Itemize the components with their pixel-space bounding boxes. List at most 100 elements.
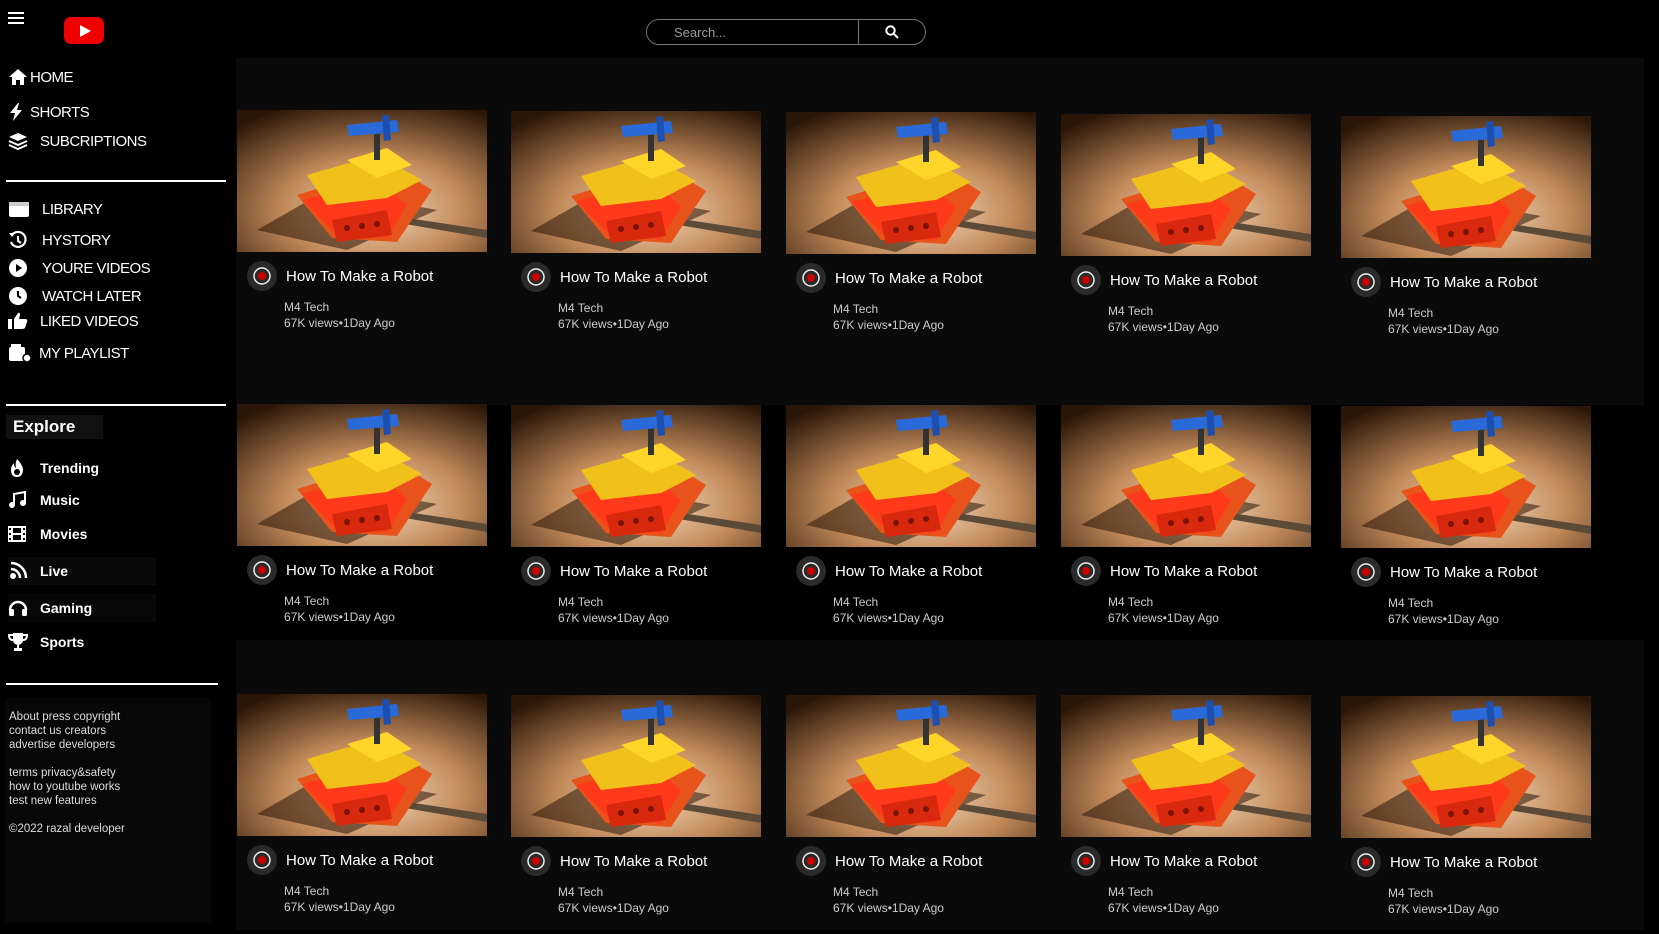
explore-item-live[interactable]: Live (8, 557, 156, 585)
channel-avatar[interactable] (247, 845, 277, 875)
video-thumbnail[interactable] (237, 404, 487, 546)
search-button[interactable] (858, 20, 925, 44)
video-card[interactable]: How To Make a Robot M4 Tech 67K views•1Day… (786, 695, 1036, 917)
video-title[interactable]: How To Make a Robot (286, 852, 433, 869)
video-thumbnail[interactable] (1061, 695, 1311, 837)
video-thumbnail[interactable] (237, 694, 487, 836)
video-title[interactable]: How To Make a Robot (1110, 272, 1257, 289)
channel-avatar[interactable] (796, 263, 826, 293)
search-input[interactable] (647, 20, 858, 44)
channel-avatar[interactable] (1071, 265, 1101, 295)
sidebar-item-your-videos[interactable]: YOURE VIDEOS (8, 258, 151, 278)
sidebar-item-shorts[interactable]: SHORTS (8, 102, 90, 122)
channel-avatar[interactable] (521, 262, 551, 292)
menu-icon[interactable] (8, 12, 24, 26)
video-card[interactable]: How To Make a Robot M4 Tech 67K views•1Day… (237, 110, 487, 332)
video-thumbnail[interactable] (1061, 405, 1311, 547)
video-thumbnail[interactable] (511, 405, 761, 547)
video-thumbnail[interactable] (511, 695, 761, 837)
video-thumbnail[interactable] (1341, 116, 1591, 258)
sidebar-item-watch-later[interactable]: WATCH LATER (8, 286, 142, 306)
video-thumbnail[interactable] (1341, 406, 1591, 548)
video-thumbnail[interactable] (786, 695, 1036, 837)
channel-avatar[interactable] (796, 556, 826, 586)
video-card[interactable]: How To Make a Robot M4 Tech 67K views•1Day… (1061, 695, 1311, 917)
channel-name[interactable]: M4 Tech (833, 302, 878, 316)
channel-avatar[interactable] (1351, 557, 1381, 587)
video-card[interactable]: How To Make a Robot M4 Tech 67K views•1Day… (1061, 114, 1311, 336)
video-title[interactable]: How To Make a Robot (1110, 853, 1257, 870)
video-card[interactable]: How To Make a Robot M4 Tech 67K views•1Day… (237, 404, 487, 626)
sidebar-item-my-playlist[interactable]: MY PLAYLIST (8, 343, 129, 363)
video-title[interactable]: How To Make a Robot (1390, 854, 1537, 871)
explore-item-gaming[interactable]: Gaming (8, 594, 156, 622)
channel-avatar[interactable] (247, 555, 277, 585)
channel-name[interactable]: M4 Tech (284, 300, 329, 314)
footer-link[interactable]: test new features (9, 794, 207, 808)
video-title[interactable]: How To Make a Robot (1390, 274, 1537, 291)
video-card[interactable]: How To Make a Robot M4 Tech 67K views•1Day… (1341, 406, 1591, 628)
video-title[interactable]: How To Make a Robot (560, 853, 707, 870)
video-title[interactable]: How To Make a Robot (835, 853, 982, 870)
channel-name[interactable]: M4 Tech (1388, 886, 1433, 900)
channel-avatar[interactable] (247, 261, 277, 291)
channel-name[interactable]: M4 Tech (1388, 306, 1433, 320)
video-thumbnail[interactable] (786, 405, 1036, 547)
sidebar-item-subscriptions[interactable]: SUBCRIPTIONS (8, 131, 147, 151)
video-card[interactable]: How To Make a Robot M4 Tech 67K views•1Day… (786, 112, 1036, 334)
explore-item-sports[interactable]: Sports (8, 632, 84, 652)
video-title[interactable]: How To Make a Robot (560, 269, 707, 286)
video-card[interactable]: How To Make a Robot M4 Tech 67K views•1Day… (1341, 116, 1591, 338)
video-thumbnail[interactable] (237, 110, 487, 252)
channel-avatar[interactable] (521, 846, 551, 876)
sidebar-item-library[interactable]: LIBRARY (8, 199, 103, 219)
video-title[interactable]: How To Make a Robot (1390, 564, 1537, 581)
video-title[interactable]: How To Make a Robot (835, 563, 982, 580)
channel-name[interactable]: M4 Tech (558, 885, 603, 899)
video-card[interactable]: How To Make a Robot M4 Tech 67K views•1Day… (1061, 405, 1311, 627)
footer-link[interactable]: About press copyright (9, 710, 207, 724)
footer-link[interactable]: contact us creators (9, 724, 207, 738)
channel-name[interactable]: M4 Tech (1108, 595, 1153, 609)
video-title[interactable]: How To Make a Robot (286, 562, 433, 579)
video-title[interactable]: How To Make a Robot (560, 563, 707, 580)
youtube-logo[interactable] (64, 17, 104, 44)
video-card[interactable]: How To Make a Robot M4 Tech 67K views•1Day… (511, 111, 761, 333)
video-card[interactable]: How To Make a Robot M4 Tech 67K views•1Day… (511, 695, 761, 917)
video-title[interactable]: How To Make a Robot (286, 268, 433, 285)
video-card[interactable]: How To Make a Robot M4 Tech 67K views•1Day… (511, 405, 761, 627)
channel-avatar[interactable] (1071, 846, 1101, 876)
footer-link[interactable]: advertise developers (9, 738, 207, 752)
video-thumbnail[interactable] (1341, 696, 1591, 838)
channel-avatar[interactable] (1351, 847, 1381, 877)
channel-name[interactable]: M4 Tech (284, 594, 329, 608)
channel-avatar[interactable] (521, 556, 551, 586)
footer-link[interactable]: how to youtube works (9, 780, 207, 794)
video-card[interactable]: How To Make a Robot M4 Tech 67K views•1Day… (1341, 696, 1591, 918)
video-thumbnail[interactable] (511, 111, 761, 253)
channel-name[interactable]: M4 Tech (1108, 304, 1153, 318)
channel-name[interactable]: M4 Tech (558, 301, 603, 315)
channel-name[interactable]: M4 Tech (1388, 596, 1433, 610)
channel-name[interactable]: M4 Tech (284, 884, 329, 898)
video-card[interactable]: How To Make a Robot M4 Tech 67K views•1Day… (237, 694, 487, 916)
channel-name[interactable]: M4 Tech (558, 595, 603, 609)
footer-link[interactable]: terms privacy&safety (9, 766, 207, 780)
video-thumbnail[interactable] (1061, 114, 1311, 256)
video-title[interactable]: How To Make a Robot (1110, 563, 1257, 580)
sidebar-item-home[interactable]: HOME (8, 67, 74, 87)
channel-name[interactable]: M4 Tech (833, 885, 878, 899)
sidebar-item-liked-videos[interactable]: LIKED VIDEOS (8, 311, 139, 331)
video-thumbnail[interactable] (786, 112, 1036, 254)
channel-avatar[interactable] (1351, 267, 1381, 297)
explore-item-movies[interactable]: Movies (8, 526, 87, 542)
channel-name[interactable]: M4 Tech (833, 595, 878, 609)
sidebar-item-history[interactable]: HYSTORY (8, 230, 111, 250)
explore-item-trending[interactable]: Trending (8, 458, 99, 478)
video-title[interactable]: How To Make a Robot (835, 270, 982, 287)
channel-avatar[interactable] (1071, 556, 1101, 586)
channel-avatar[interactable] (796, 846, 826, 876)
video-card[interactable]: How To Make a Robot M4 Tech 67K views•1Day… (786, 405, 1036, 627)
explore-item-music[interactable]: Music (8, 491, 80, 509)
channel-name[interactable]: M4 Tech (1108, 885, 1153, 899)
